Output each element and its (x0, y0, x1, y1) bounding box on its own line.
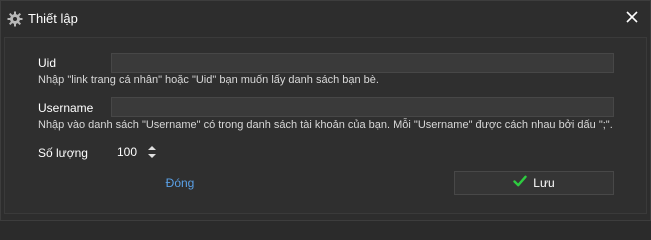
uid-hint: Nhập "link trang cá nhân" hoặc "Uid" bạn… (38, 74, 379, 86)
save-button-content: Lưu (455, 172, 613, 194)
uid-input[interactable] (111, 53, 614, 73)
quantity-stepper[interactable]: 100 (111, 141, 157, 163)
close-icon[interactable] (622, 7, 642, 27)
gear-icon (7, 11, 23, 27)
checkmark-icon (513, 174, 527, 193)
quantity-label: Số lượng (38, 146, 88, 160)
save-label: Lưu (533, 176, 555, 190)
stepper-arrows-icon[interactable] (147, 144, 157, 160)
title-bar: Thiết lập (1, 1, 650, 37)
save-button[interactable]: Lưu (454, 171, 614, 195)
username-input[interactable] (111, 97, 614, 117)
settings-dialog: Thiết lập Uid Nhập "link trang cá nhân" … (0, 0, 651, 221)
close-button[interactable]: Đóng (155, 176, 205, 190)
uid-label: Uid (38, 56, 57, 70)
dialog-title: Thiết lập (28, 11, 78, 26)
form-panel: Uid Nhập "link trang cá nhân" hoặc "Uid"… (4, 37, 647, 214)
username-hint: Nhập vào danh sách "Username" có trong d… (38, 119, 613, 131)
username-label: Username (38, 101, 94, 115)
quantity-value: 100 (117, 145, 138, 159)
